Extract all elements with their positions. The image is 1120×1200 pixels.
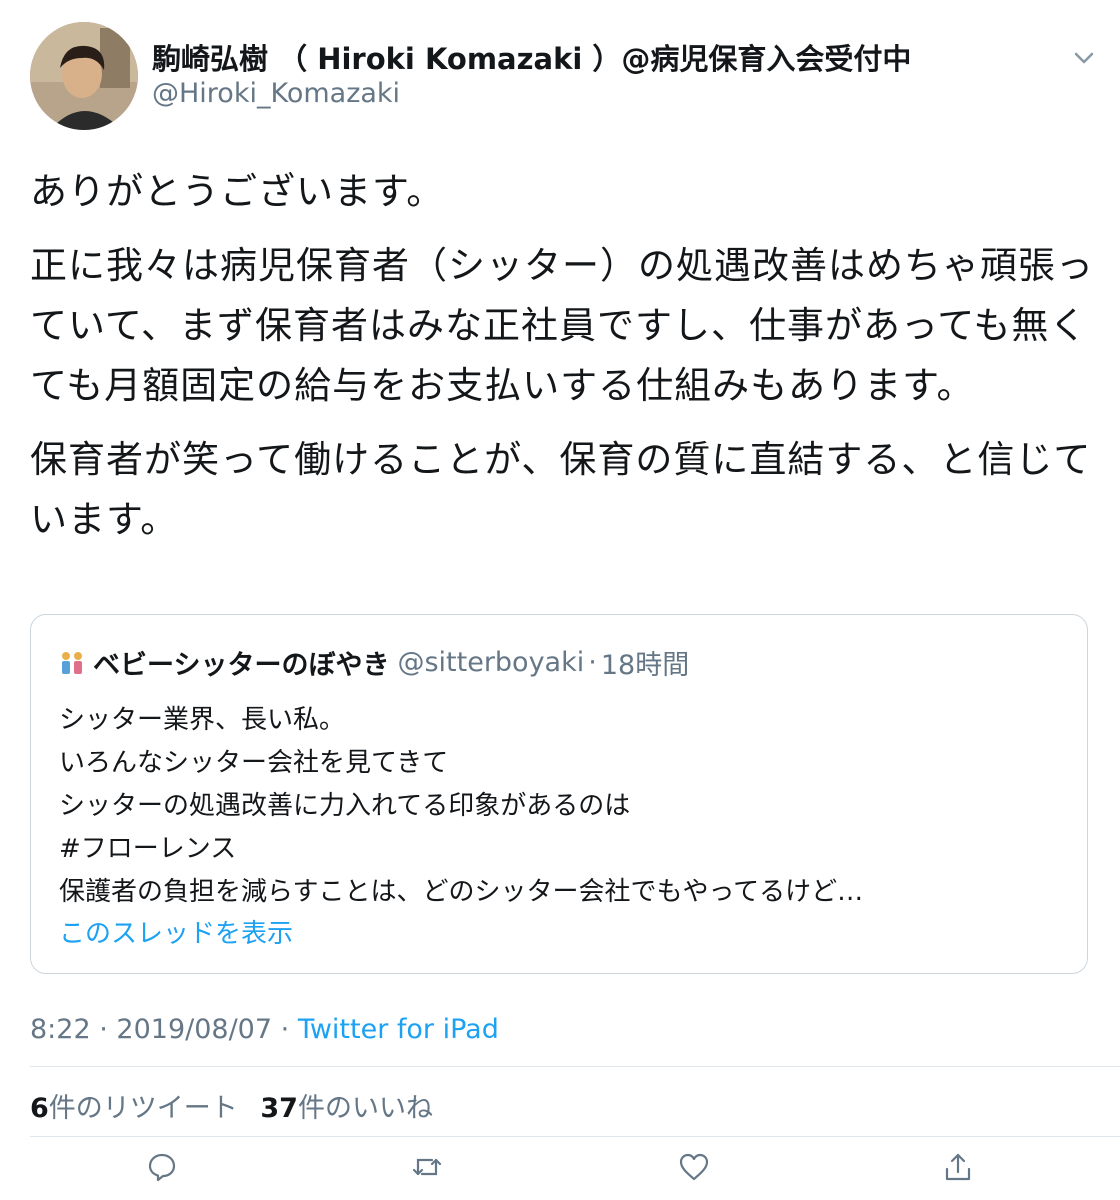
quoted-timestamp[interactable]: 18時間 <box>601 643 689 682</box>
separator-dot: · <box>99 1014 108 1045</box>
tweet-date[interactable]: 2019/08/07 <box>116 1014 272 1045</box>
author-handle[interactable]: @Hiroki_Komazaki <box>152 78 400 109</box>
two-people-emoji <box>59 650 85 676</box>
retweets-label: 件のリツイート <box>48 1093 238 1124</box>
tweet-text: ありがとうございます。 正に我々は病児保育者（シッター）の処遇改善はめちゃ頑張っ… <box>30 162 1100 564</box>
chevron-down-icon[interactable] <box>1070 44 1098 72</box>
quoted-tweet-card[interactable]: ベビーシッターのぼやき @sitterboyaki · 18時間 シッター業界、… <box>30 614 1088 974</box>
show-thread-link[interactable]: このスレッドを表示 <box>59 913 293 950</box>
like-icon[interactable] <box>677 1150 711 1184</box>
tweet-meta: 8:22 · 2019/08/07 · Twitter for iPad <box>30 1014 499 1045</box>
quoted-tweet-header: ベビーシッターのぼやき @sitterboyaki · 18時間 <box>59 643 689 682</box>
divider <box>30 1066 1120 1067</box>
author-display-name[interactable]: 駒崎弘樹 （ Hiroki Komazaki ）@病児保育入会受付中 <box>152 36 911 78</box>
quoted-tweet-text: シッター業界、長い私。 いろんなシッター会社を見てきて シッターの処遇改善に力入… <box>59 705 864 907</box>
quoted-author-handle[interactable]: @sitterboyaki <box>397 647 584 678</box>
engagement-stats: 6件のリツイート 37件のいいね <box>30 1086 447 1125</box>
tweet-time[interactable]: 8:22 <box>30 1014 91 1045</box>
avatar[interactable] <box>30 22 138 130</box>
separator-dot: · <box>588 647 597 678</box>
reply-icon[interactable] <box>145 1150 179 1184</box>
tweet-paragraph: ありがとうございます。 <box>30 170 445 213</box>
likes-label: 件のいいね <box>297 1093 433 1124</box>
tweet-paragraph: 正に我々は病児保育者（シッター）の処遇改善はめちゃ頑張っていて、まず保育者はみな… <box>30 244 1094 407</box>
source-link[interactable]: Twitter for iPad <box>298 1014 499 1045</box>
likes-count: 37 <box>260 1093 298 1124</box>
retweet-icon[interactable] <box>410 1150 444 1184</box>
quoted-author-name[interactable]: ベビーシッターのぼやき <box>93 643 389 682</box>
likes-stat[interactable]: 37件のいいね <box>260 1093 433 1124</box>
separator-dot: · <box>280 1014 290 1045</box>
divider <box>30 1136 1120 1137</box>
retweets-stat[interactable]: 6件のリツイート <box>30 1093 238 1124</box>
share-icon[interactable] <box>941 1150 975 1184</box>
retweets-count: 6 <box>30 1093 49 1124</box>
tweet-paragraph: 保育者が笑って働けることが、保育の質に直結する、と信じています。 <box>30 438 1092 541</box>
